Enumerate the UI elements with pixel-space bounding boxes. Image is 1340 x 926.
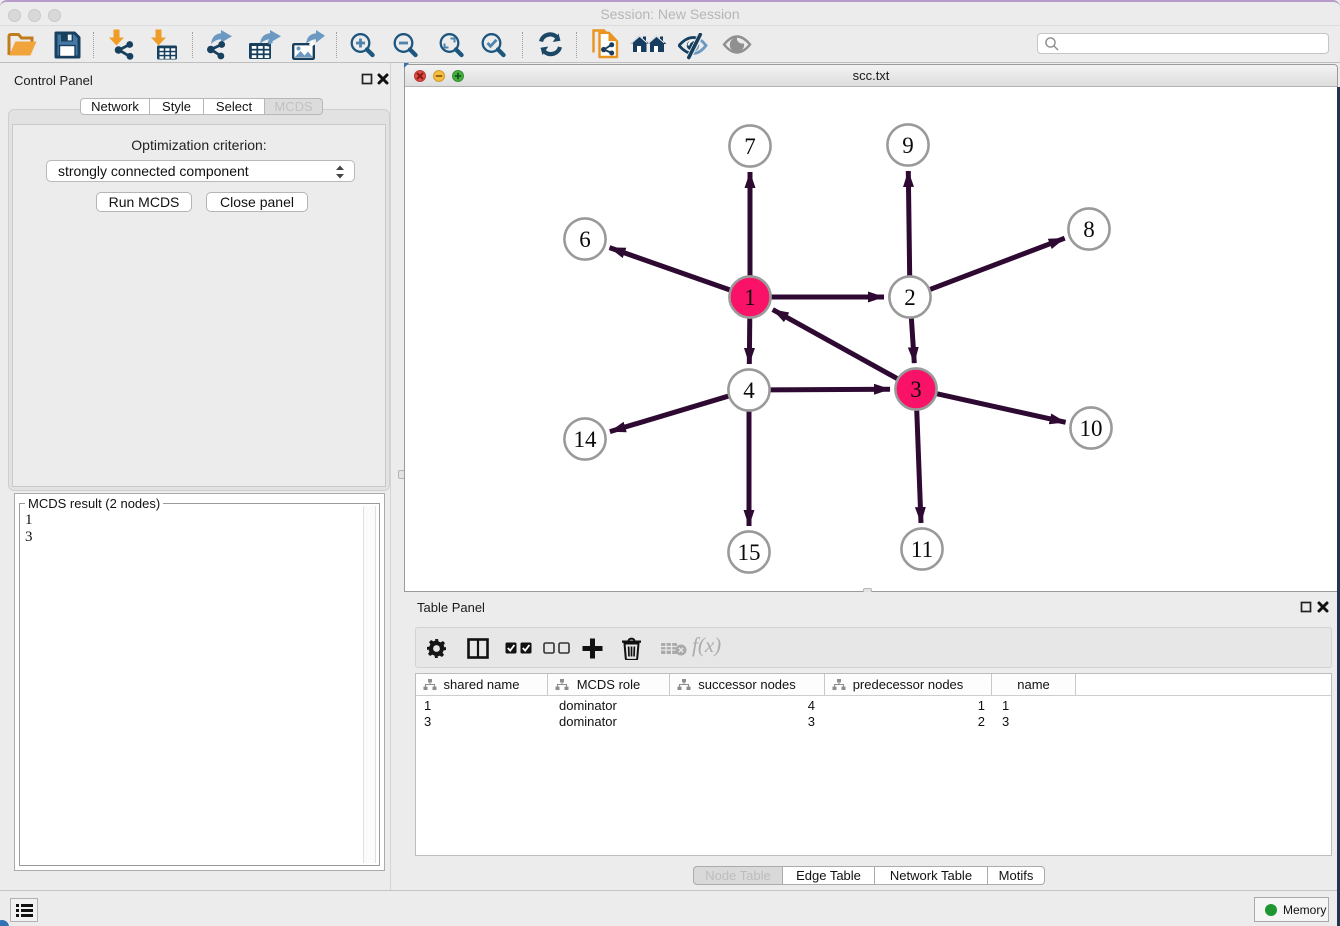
svg-text:1: 1 [744,285,756,310]
svg-text:3: 3 [910,377,922,402]
svg-text:14: 14 [574,427,598,452]
svg-text:9: 9 [902,133,914,158]
svg-text:11: 11 [911,537,933,562]
svg-text:8: 8 [1083,217,1095,242]
svg-text:4: 4 [743,378,755,403]
svg-text:7: 7 [744,134,756,159]
svg-text:10: 10 [1080,416,1103,441]
svg-text:6: 6 [579,227,591,252]
svg-text:2: 2 [904,285,916,310]
svg-text:15: 15 [738,540,761,565]
